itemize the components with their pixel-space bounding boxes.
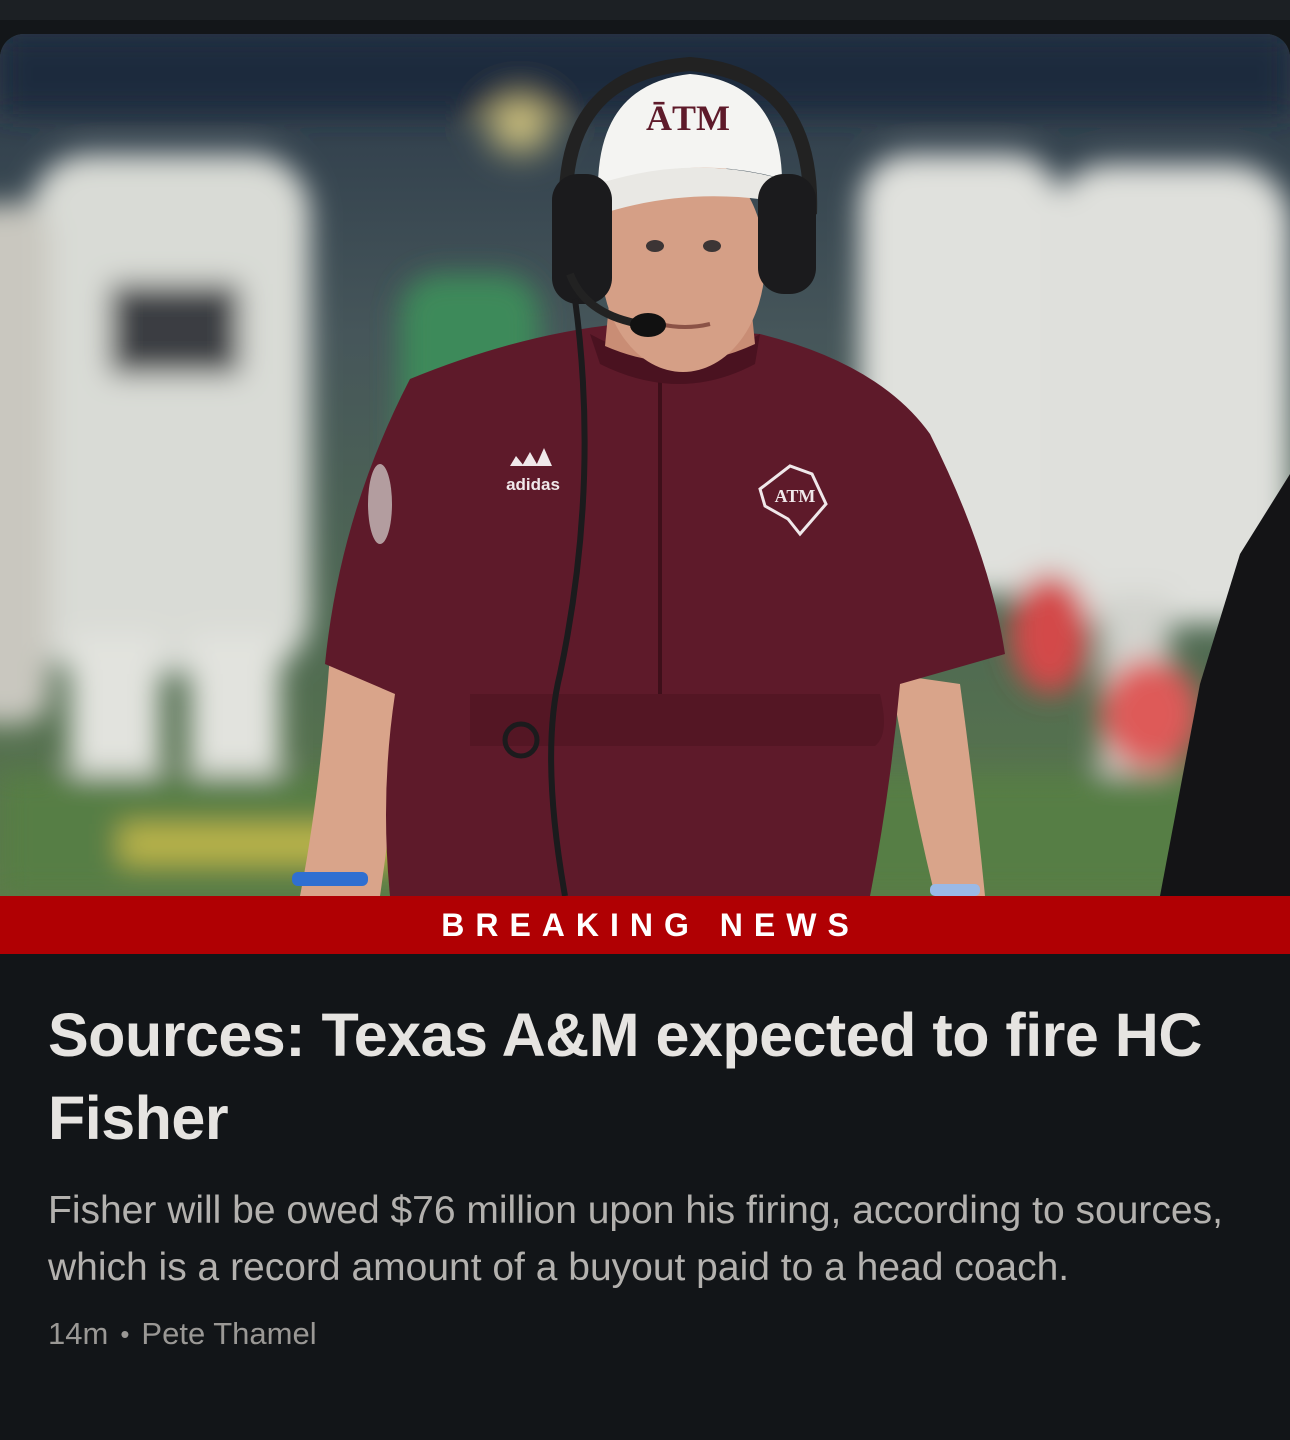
story-content[interactable]: Sources: Texas A&M expected to fire HC F… xyxy=(48,994,1248,1352)
meta-separator: • xyxy=(120,1318,130,1349)
breaking-news-banner: BREAKING NEWS xyxy=(0,896,1290,954)
news-card[interactable]: ĀTM adidas ATM BREAKING NEWS Sources: Te… xyxy=(0,34,1290,1440)
breaking-news-label: BREAKING NEWS xyxy=(441,906,860,943)
svg-text:ATM: ATM xyxy=(775,486,816,506)
story-headline[interactable]: Sources: Texas A&M expected to fire HC F… xyxy=(48,994,1248,1160)
story-timestamp: 14m xyxy=(48,1316,109,1351)
svg-text:ĀTM: ĀTM xyxy=(646,98,730,138)
story-summary: Fisher will be owed $76 million upon his… xyxy=(48,1189,1223,1289)
story-author[interactable]: Pete Thamel xyxy=(141,1316,316,1352)
svg-text:adidas: adidas xyxy=(506,475,560,494)
story-photo[interactable]: ĀTM adidas ATM xyxy=(0,34,1290,896)
top-strip xyxy=(0,0,1290,20)
story-meta: 14m • Pete Thamel xyxy=(48,1316,1248,1352)
